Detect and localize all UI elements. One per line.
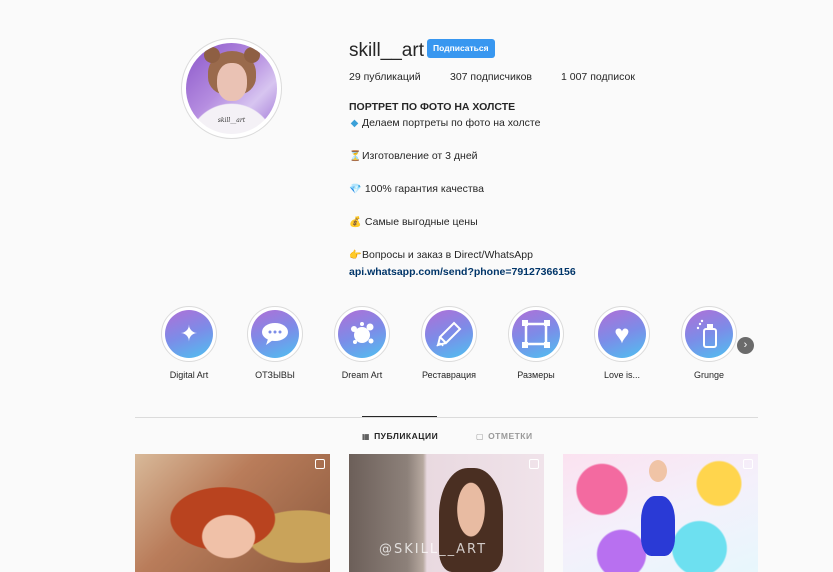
chat-bubble-icon — [262, 323, 288, 345]
pencil-icon — [436, 321, 462, 347]
gem-icon: 💎 — [349, 184, 362, 195]
follow-button[interactable]: Подписаться — [427, 39, 495, 58]
bio-line: 💎 100% гарантия качества — [349, 181, 669, 198]
hearts-icon: ♥ — [614, 318, 630, 349]
highlight-love-is[interactable]: ♥ Love is... — [592, 306, 652, 380]
highlight-sizes[interactable]: Размеры — [506, 306, 566, 380]
highlight-grunge[interactable]: Grunge — [679, 306, 739, 380]
bio-line: ◆ Делаем портреты по фото на холсте — [349, 115, 669, 132]
post-figure-skater[interactable] — [563, 454, 758, 572]
pointing-hand-icon: 👉 — [349, 250, 362, 261]
frame-icon — [522, 320, 550, 348]
profile-avatar[interactable]: skill__art — [181, 38, 282, 139]
grid-icon: ▦ — [362, 431, 371, 441]
watermark: @SKILL__ART — [379, 542, 488, 557]
highlight-label: Dream Art — [341, 370, 383, 380]
bio-link[interactable]: api.whatsapp.com/send?phone=79127366156 — [349, 264, 669, 280]
highlight-reviews[interactable]: ОТЗЫВЫ — [245, 306, 305, 380]
highlight-label: Размеры — [517, 370, 555, 380]
highlight-digital-art[interactable]: ✦ Digital Art — [159, 306, 219, 380]
stat-following[interactable]: 1 007 подписок — [561, 71, 635, 83]
multiple-photos-icon — [315, 459, 325, 469]
spray-can-icon — [696, 319, 717, 348]
bio-title: ПОРТРЕТ ПО ФОТО НА ХОЛСТЕ — [349, 101, 516, 113]
post-portrait-brunette[interactable]: @SKILL__ART — [349, 454, 544, 572]
multiple-photos-icon — [743, 459, 753, 469]
highlight-label: Love is... — [603, 370, 641, 380]
paint-splash-icon — [351, 322, 374, 344]
profile-username: skill__art — [349, 40, 424, 61]
avatar-image: skill__art — [186, 43, 277, 134]
sparkles-icon: ✦ — [179, 321, 199, 346]
highlight-restoration[interactable]: Реставрация — [419, 306, 479, 380]
highlight-label: ОТЗЫВЫ — [255, 370, 295, 380]
active-tab-indicator — [362, 416, 437, 417]
highlight-label: Реставрация — [422, 370, 476, 380]
bio-line: ⏳Изготовление от 3 дней — [349, 148, 669, 165]
tagged-icon: ▢ — [476, 431, 485, 441]
highlight-dream-art[interactable]: Dream Art — [332, 306, 392, 380]
tab-posts[interactable]: ▦ ПУБЛИКАЦИИ — [362, 431, 438, 441]
diamond-icon: ◆ — [350, 118, 359, 129]
bio-line: 👉Вопросы и заказ в Direct/WhatsApp — [349, 247, 669, 264]
tab-label: ПУБЛИКАЦИИ — [374, 431, 439, 441]
highlight-label: Digital Art — [169, 370, 209, 380]
hourglass-icon: ⏳ — [349, 151, 362, 162]
highlights-next-button[interactable]: › — [737, 337, 754, 354]
multiple-photos-icon — [529, 459, 539, 469]
money-bag-icon: 💰 — [349, 217, 362, 228]
bio-line: 💰 Самые выгодные цены — [349, 214, 669, 231]
avatar-caption: skill__art — [217, 117, 246, 124]
stat-posts[interactable]: 29 публикаций — [349, 71, 421, 83]
highlight-label: Grunge — [693, 370, 725, 380]
profile-bio: ПОРТРЕТ ПО ФОТО НА ХОЛСТЕ ◆ Делаем портре… — [349, 99, 669, 280]
tabs-divider — [135, 417, 758, 418]
tab-label: ОТМЕТКИ — [488, 431, 533, 441]
tab-tagged[interactable]: ▢ ОТМЕТКИ — [476, 431, 533, 441]
post-portrait-red-hair[interactable] — [135, 454, 330, 572]
stat-followers[interactable]: 307 подписчиков — [450, 71, 532, 83]
